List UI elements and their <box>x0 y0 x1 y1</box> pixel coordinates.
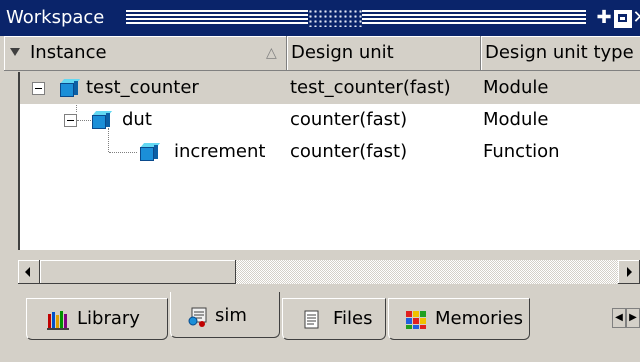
column-label-design-unit-type: Design unit type <box>485 42 634 63</box>
column-label-instance: Instance <box>30 42 107 63</box>
column-label-design-unit: Design unit <box>291 42 394 63</box>
window-title: Workspace <box>6 7 105 28</box>
tab-label: Files <box>333 308 373 329</box>
memories-icon <box>406 311 426 329</box>
tab-label: Memories <box>435 308 524 329</box>
row-design-unit: test_counter(fast) <box>290 77 451 98</box>
table-row[interactable]: dut counter(fast) Module <box>20 104 640 136</box>
collapse-icon[interactable] <box>64 114 77 127</box>
instance-tree[interactable]: test_counter test_counter(fast) Module d… <box>18 72 640 250</box>
collapse-icon[interactable] <box>32 82 45 95</box>
library-icon <box>47 311 69 330</box>
table-row[interactable]: test_counter test_counter(fast) Module <box>20 72 640 104</box>
tab-memories[interactable]: Memories <box>388 298 530 340</box>
column-header-design-unit-type[interactable]: Design unit type <box>481 36 640 71</box>
tab-library[interactable]: Library <box>26 298 168 340</box>
row-design-unit-type: Function <box>483 141 560 162</box>
column-header-design-unit[interactable]: Design unit <box>287 36 481 71</box>
row-instance: increment <box>174 141 266 162</box>
scrollbar-thumb[interactable] <box>40 260 236 284</box>
row-instance: dut <box>122 109 152 130</box>
column-header-instance[interactable]: Instance △ <box>4 36 287 71</box>
tab-sim[interactable]: sim <box>170 292 280 338</box>
scroll-right-icon[interactable] <box>618 260 640 284</box>
scroll-left-icon[interactable] <box>18 260 40 284</box>
row-design-unit-type: Module <box>483 77 549 98</box>
tab-files[interactable]: Files <box>282 298 386 340</box>
table-row[interactable]: increment counter(fast) Function <box>20 136 640 168</box>
sort-indicator-icon: △ <box>266 45 277 61</box>
module-icon <box>91 111 113 129</box>
module-icon <box>59 79 81 97</box>
titlebar-dock-grip[interactable] <box>308 9 362 27</box>
workspace-titlebar[interactable]: Workspace ✚ ✕ <box>0 0 640 36</box>
row-design-unit-type: Module <box>483 109 549 130</box>
sim-icon <box>188 307 207 327</box>
column-header: Instance △ Design unit Design unit type <box>4 36 640 72</box>
row-instance: test_counter <box>86 77 199 98</box>
tab-label: Library <box>77 308 140 329</box>
function-icon <box>139 143 161 161</box>
workspace-tabs: Library sim Files Memories ◀ ▶ <box>0 286 640 362</box>
close-icon[interactable]: ✕ <box>630 8 640 28</box>
horizontal-scrollbar[interactable] <box>18 258 640 286</box>
tab-scroll-left-icon[interactable]: ◀ <box>612 308 626 328</box>
tab-label: sim <box>215 305 247 326</box>
row-design-unit: counter(fast) <box>290 109 408 130</box>
sort-menu-icon[interactable] <box>10 48 20 56</box>
add-icon[interactable]: ✚ <box>594 8 614 28</box>
files-icon <box>304 310 319 329</box>
tab-scroll-right-icon[interactable]: ▶ <box>626 308 640 328</box>
row-design-unit: counter(fast) <box>290 141 408 162</box>
